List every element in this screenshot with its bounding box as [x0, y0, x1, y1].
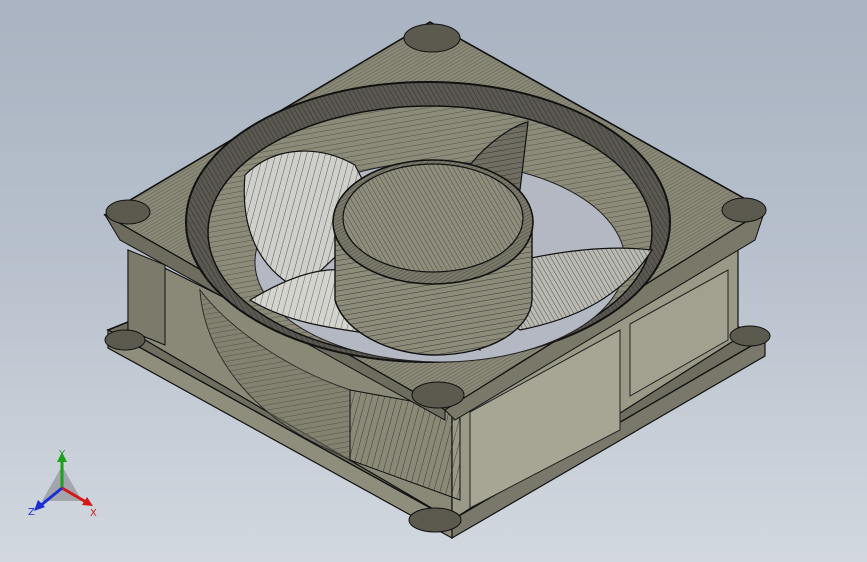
graphics-viewport[interactable]: Y X Z	[0, 0, 867, 562]
fan-model[interactable]	[0, 0, 867, 562]
fan-hub	[332, 159, 534, 356]
x-axis-label: X	[90, 508, 97, 519]
z-axis-label: Z	[28, 507, 35, 518]
y-axis-label: Y	[58, 449, 66, 460]
orientation-triad[interactable]: Y X Z	[22, 446, 112, 526]
